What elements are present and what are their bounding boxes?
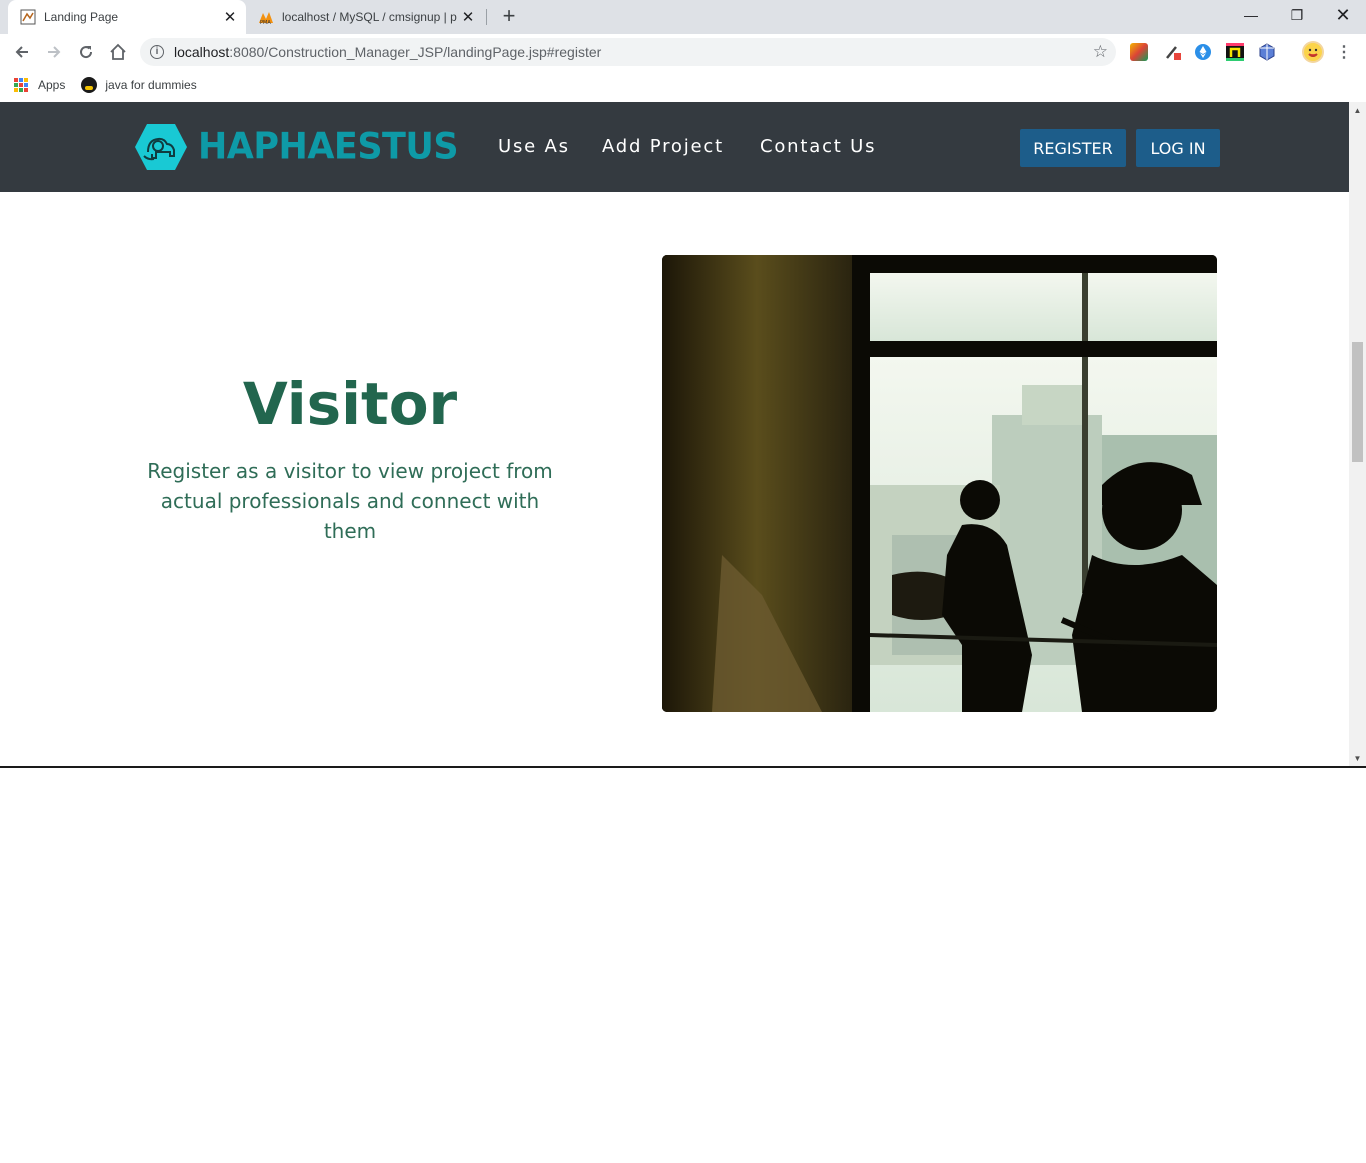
nav-add-project[interactable]: Add Project xyxy=(602,136,724,157)
browser-tab-strip: Landing Page ✕ PMA localhost / MySQL / c… xyxy=(0,0,1366,34)
extension-cube-icon[interactable] xyxy=(1258,43,1276,61)
scroll-up-arrow-icon[interactable]: ▲ xyxy=(1349,102,1366,119)
bookmark-java-for-dummies[interactable]: java for dummies xyxy=(81,77,197,93)
close-tab-icon[interactable]: ✕ xyxy=(220,7,240,27)
browser-toolbar: i localhost:8080/Construction_Manager_JS… xyxy=(0,34,1366,70)
svg-text:PMA: PMA xyxy=(260,20,271,25)
forward-arrow-icon[interactable] xyxy=(40,38,68,66)
url-host: localhost xyxy=(174,44,230,60)
bookmarks-bar: Apps java for dummies xyxy=(0,70,1366,100)
hero-title: Visitor xyxy=(242,370,458,438)
construction-workers-photo xyxy=(662,255,1217,712)
nav-use-as[interactable]: Use As xyxy=(498,136,570,157)
profile-avatar-icon[interactable] xyxy=(1302,41,1324,63)
minimize-icon[interactable]: — xyxy=(1228,0,1274,30)
reload-icon[interactable] xyxy=(72,38,100,66)
landing-page-favicon-icon xyxy=(20,9,36,25)
register-button[interactable]: REGISTER xyxy=(1020,129,1126,167)
nav-contact-us[interactable]: Contact Us xyxy=(760,136,876,157)
back-arrow-icon[interactable] xyxy=(8,38,36,66)
brand-name: HAPHAESTUS xyxy=(198,126,459,168)
tab-landing-page[interactable]: Landing Page ✕ xyxy=(8,0,246,34)
hero-description: Register as a visitor to view project fr… xyxy=(147,459,553,543)
bookmark-apps[interactable]: Apps xyxy=(14,78,65,92)
extension-pencil-icon[interactable] xyxy=(1130,43,1148,61)
bookmark-label: java for dummies xyxy=(105,78,197,92)
home-icon[interactable] xyxy=(104,38,132,66)
restore-icon[interactable]: ❐ xyxy=(1274,0,1320,30)
page-scrollbar[interactable]: ▲ ▼ xyxy=(1349,102,1366,767)
extension-ethereum-icon[interactable] xyxy=(1194,43,1212,61)
login-button[interactable]: LOG IN xyxy=(1136,129,1220,167)
tab-phpmyadmin[interactable]: PMA localhost / MySQL / cmsignup | p ✕ xyxy=(248,0,484,34)
site-info-icon[interactable]: i xyxy=(150,45,164,59)
scroll-down-arrow-icon[interactable]: ▼ xyxy=(1349,750,1366,767)
address-bar[interactable]: i localhost:8080/Construction_Manager_JS… xyxy=(140,38,1116,66)
bookmark-star-icon[interactable]: ☆ xyxy=(1093,42,1108,62)
browser-menu-icon[interactable]: ⋮ xyxy=(1330,38,1358,66)
page-viewport: HAPHAESTUS Use As Add Project Contact Us… xyxy=(0,102,1366,767)
url-path: :8080/Construction_Manager_JSP/landingPa… xyxy=(229,44,602,60)
scrollbar-thumb[interactable] xyxy=(1352,342,1363,462)
extension-n-icon[interactable] xyxy=(1226,43,1244,61)
close-tab-icon[interactable]: ✕ xyxy=(458,7,478,27)
hexagon-lion-logo-icon xyxy=(135,124,187,170)
site-navbar: HAPHAESTUS Use As Add Project Contact Us… xyxy=(0,102,1349,192)
tab-separator xyxy=(486,9,487,25)
new-tab-icon[interactable]: + xyxy=(498,5,520,28)
brand[interactable]: HAPHAESTUS xyxy=(134,122,459,172)
tab-title: Landing Page xyxy=(44,10,119,24)
extension-tools-icon[interactable] xyxy=(1164,43,1182,61)
tab-title: localhost / MySQL / cmsignup | p xyxy=(282,10,457,24)
apps-grid-icon xyxy=(14,78,28,92)
window-close-icon[interactable]: ✕ xyxy=(1320,0,1366,30)
phpmyadmin-favicon-icon: PMA xyxy=(259,12,273,25)
penguin-icon xyxy=(81,77,98,93)
bookmark-label: Apps xyxy=(38,78,66,92)
viewport-bottom-border xyxy=(0,766,1366,768)
